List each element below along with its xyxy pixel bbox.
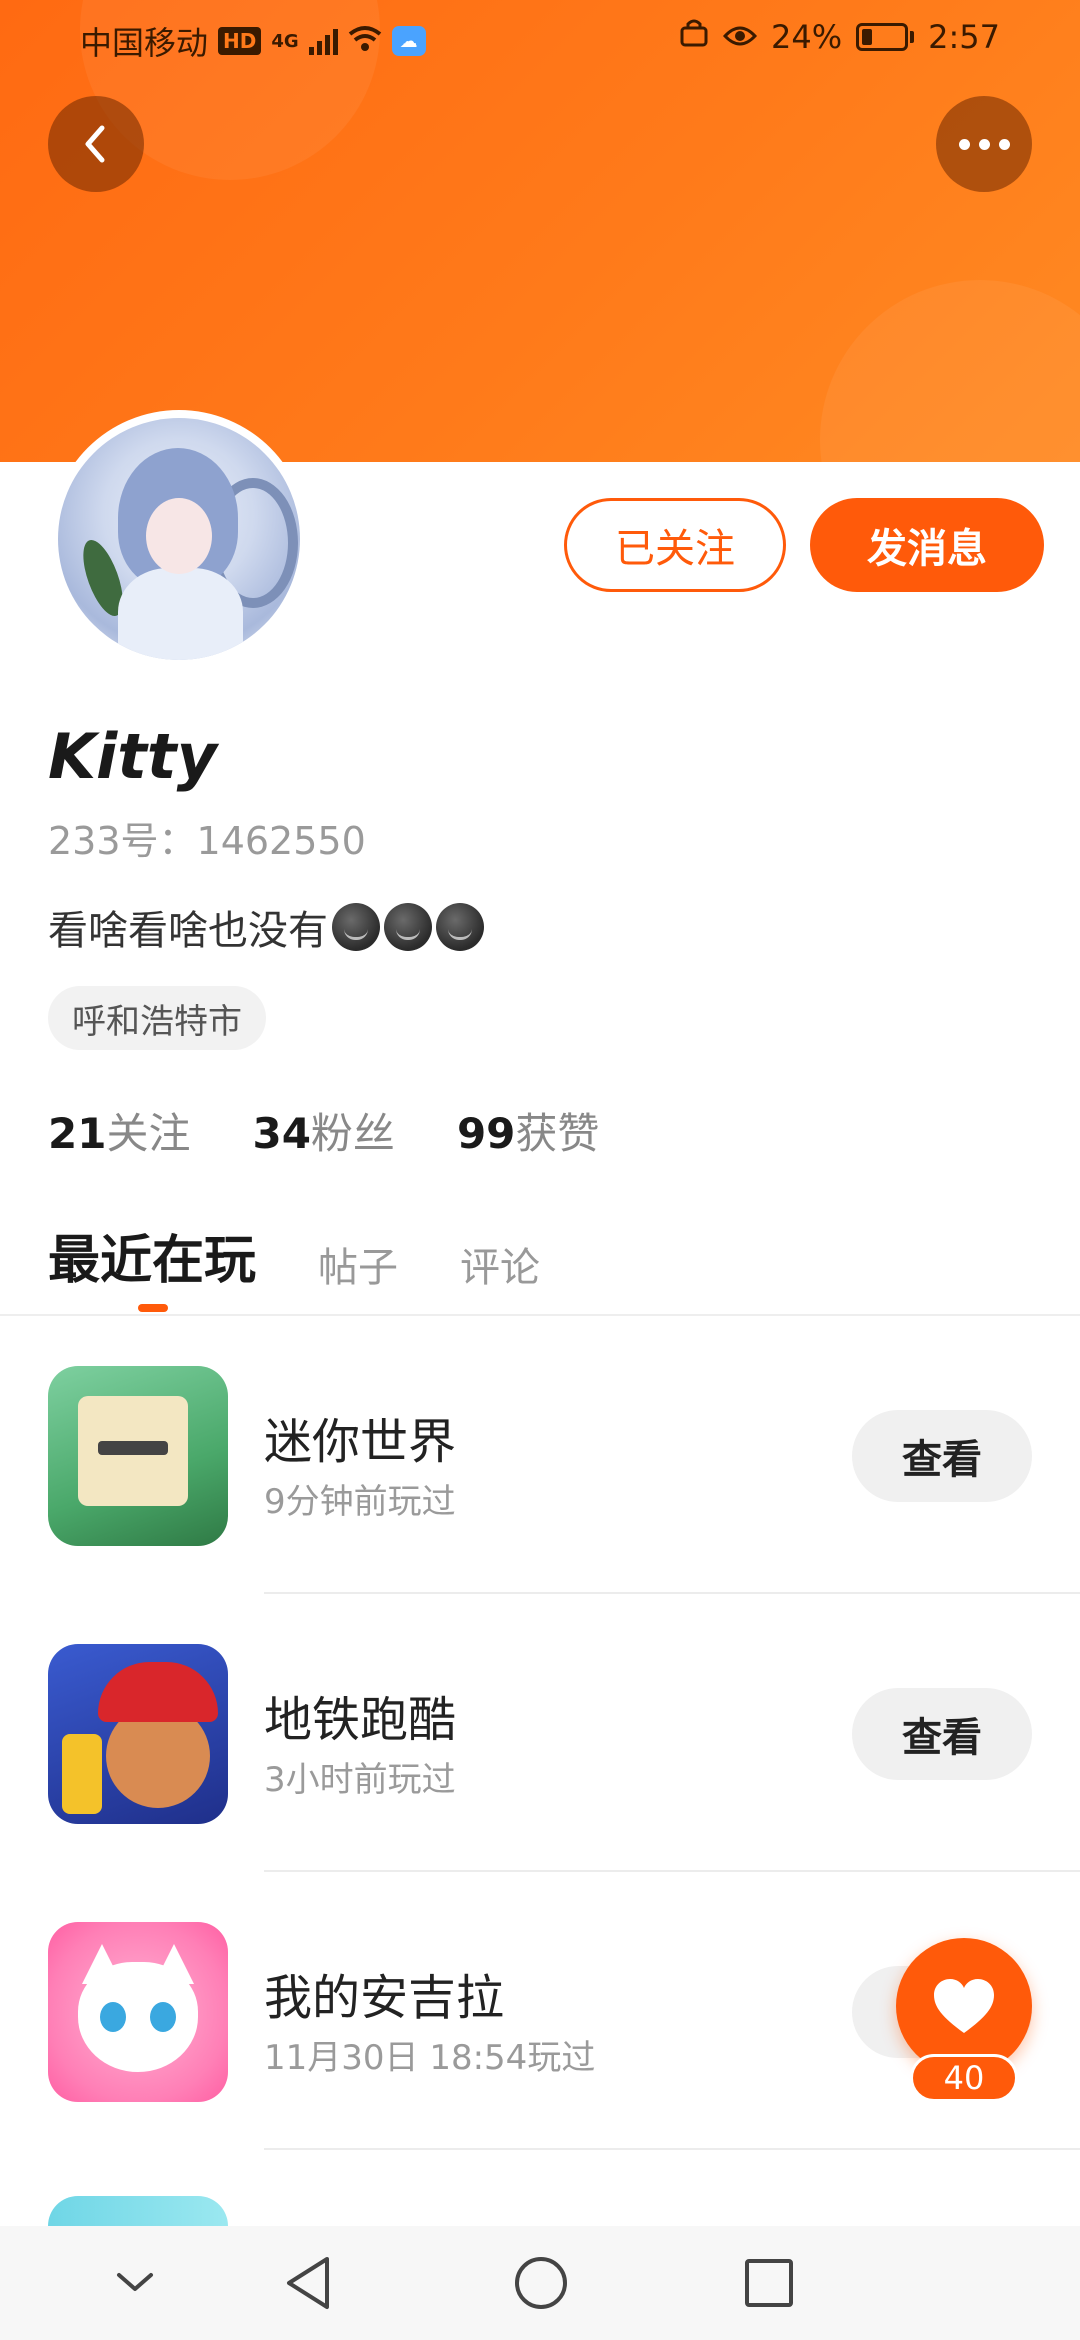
stat-likes[interactable]: 99获赞 [457,1100,599,1161]
banner-decoration [820,280,1080,462]
profile-uid: 233号：1462550 [48,810,366,865]
stat-label: 粉丝 [310,1109,395,1158]
subway-surfers-game-icon [48,1644,228,1824]
carrier-label: 中国移动 [80,24,209,62]
collapse-nav-button[interactable] [102,2250,168,2316]
game-icon-partial [48,2196,228,2226]
view-button[interactable]: 查看 [852,1410,1032,1502]
game-title: 我的安吉拉 [264,1970,505,2026]
hd-badge: HD [218,27,262,55]
chevron-down-icon [117,2273,153,2291]
game-played-time: 9分钟前玩过 [264,1482,456,1522]
game-title: 迷你世界 [264,1414,457,1470]
location-tag: 呼和浩特市 [48,986,266,1050]
divider [264,2148,1080,2150]
uid-value: 1462550 [196,819,366,863]
battery-percent: 24% [771,18,843,56]
cloud-icon: ☁ [391,26,426,56]
more-button[interactable] [936,96,1032,192]
stat-number: 99 [456,1109,516,1158]
nav-home-button[interactable] [508,2250,574,2316]
uid-label: 233号： [48,819,197,863]
send-message-button[interactable]: 发消息 [810,498,1044,592]
avatar[interactable] [50,410,308,668]
tab-indicator [138,1304,168,1312]
followed-button[interactable]: 已关注 [564,498,786,592]
talking-angela-game-icon [48,1922,228,2102]
battery-icon [856,23,915,51]
game-list-item[interactable]: 迷你世界 9分钟前玩过 查看 [0,1316,1080,1594]
stat-number: 34 [252,1109,311,1158]
network-type: 4G [271,30,299,52]
tab-posts[interactable]: 帖子 [318,1235,398,1293]
smirk-emoji-icon [332,903,380,951]
stat-followers[interactable]: 34粉丝 [252,1100,394,1161]
like-count: 40 [910,2054,1018,2102]
status-bar: 中国移动 HD 4G ☁ 24% 2:57 [0,0,1080,74]
triangle-back-icon [287,2257,329,2309]
eye-icon [722,18,758,56]
nav-back-button[interactable] [276,2250,342,2316]
clock: 2:57 [928,18,1000,56]
stat-number: 21 [48,1109,107,1158]
game-played-time: 3小时前玩过 [264,1760,456,1800]
stat-label: 获赞 [515,1109,600,1158]
smirk-emoji-icon [436,903,484,951]
back-button[interactable] [48,96,144,192]
vpn-icon [679,18,709,56]
profile-stats: 21关注 34粉丝 99获赞 [48,1100,599,1161]
game-list-item[interactable]: 地铁跑酷 3小时前玩过 查看 [0,1594,1080,1872]
wifi-icon [348,22,382,60]
smirk-emoji-icon [384,903,432,951]
bio-text: 看啥看啥也没有 [48,908,328,954]
profile-name: Kitty [48,720,217,793]
tab-comments[interactable]: 评论 [460,1235,540,1293]
square-recents-icon [745,2259,793,2307]
avatar-image [58,418,300,660]
circle-home-icon [515,2257,567,2309]
system-nav-bar [0,2226,1080,2340]
profile-tabs: 最近在玩 帖子 评论 [48,1218,540,1293]
nav-recents-button[interactable] [736,2250,802,2316]
signal-icon [308,27,338,55]
profile-bio: 看啥看啥也没有 [48,898,484,956]
tab-recently-played[interactable]: 最近在玩 [48,1218,256,1293]
view-button[interactable]: 查看 [852,1688,1032,1780]
stat-label: 关注 [106,1109,191,1158]
chevron-left-icon [85,125,105,163]
game-title: 地铁跑酷 [264,1692,457,1748]
game-played-time: 11月30日 18:54玩过 [264,2038,596,2078]
mini-world-game-icon [48,1366,228,1546]
stat-following[interactable]: 21关注 [48,1100,190,1161]
heart-icon [934,1979,994,2033]
more-dots-icon [958,138,1010,150]
